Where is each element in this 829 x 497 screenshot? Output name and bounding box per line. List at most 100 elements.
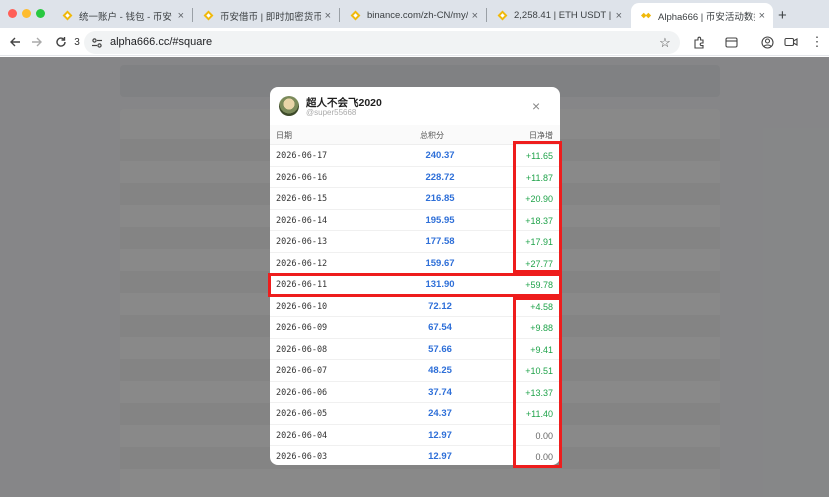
table-row: 2026-06-14 195.95 +18.37 (270, 210, 560, 231)
row-date: 2026-06-15 (276, 194, 328, 204)
binance-icon (350, 10, 361, 21)
row-date: 2026-06-10 (276, 301, 328, 312)
row-total-points: 177.58 (425, 236, 455, 247)
browser-tab[interactable]: 统一账户 - 钱包 - 币安 × (52, 3, 192, 28)
browser-toolbar: 3 alpha666.cc/#square ☆ ⋮ (0, 28, 829, 56)
extensions-icon[interactable] (690, 33, 708, 51)
plus-icon: + (778, 7, 787, 24)
back-arrow-icon[interactable] (6, 33, 24, 51)
bookmark-star-icon[interactable]: ☆ (656, 34, 674, 52)
close-tab-icon[interactable]: × (472, 10, 478, 22)
row-total-points: 24.37 (428, 408, 452, 419)
table-row: 2026-06-13 177.58 +17.91 (270, 231, 560, 253)
row-date: 2026-06-04 (276, 430, 328, 441)
browser-tab[interactable]: 币安借币 | 即时加密货币借贷 × (193, 3, 339, 28)
forward-arrow-icon[interactable] (28, 33, 46, 51)
user-handle: @super55668 (306, 108, 357, 117)
row-daily-delta: +20.90 (525, 194, 553, 204)
table-row: 2026-06-04 12.97 0.00 (270, 425, 560, 446)
binance-icon (62, 10, 73, 21)
tab-search-icon[interactable] (722, 33, 740, 51)
row-daily-delta: +11.40 (525, 409, 553, 419)
row-total-points: 12.97 (428, 451, 452, 462)
browser-tab[interactable]: 2,258.41 | ETH USDT | Ethe × (487, 3, 630, 28)
row-date: 2026-06-03 (276, 452, 328, 462)
table-row: 2026-06-12 159.67 +27.77 (270, 253, 560, 274)
row-total-points: 216.85 (425, 193, 455, 204)
row-daily-delta: +4.58 (530, 301, 553, 312)
row-date: 2026-06-17 (276, 151, 328, 161)
column-header-date: 日期 (276, 131, 292, 140)
minimize-window-button[interactable] (22, 9, 31, 18)
tab-title: binance.com/zh-CN/my/wa (367, 10, 468, 21)
row-daily-delta: +59.78 (525, 280, 553, 290)
video-capture-icon[interactable] (782, 33, 800, 51)
row-daily-delta: +27.77 (525, 258, 553, 269)
row-total-points: 48.25 (428, 365, 452, 376)
table-row: 2026-06-16 228.72 +11.87 (270, 167, 560, 188)
url-text: alpha666.cc/#square (110, 36, 213, 48)
profile-icon[interactable] (758, 33, 776, 51)
row-daily-delta: +13.37 (525, 387, 553, 398)
table-row: 2026-06-10 72.12 +4.58 (270, 296, 560, 317)
close-tab-icon[interactable]: × (325, 10, 331, 22)
tab-strip: 统一账户 - 钱包 - 币安 × 币安借币 | 即时加密货币借贷 × binan… (0, 0, 829, 28)
table-header: 日期 总积分 日净增 (270, 125, 560, 145)
table-row: 2026-06-05 24.37 +11.40 (270, 403, 560, 425)
close-tab-icon[interactable]: × (616, 10, 622, 22)
row-date: 2026-06-06 (276, 387, 328, 398)
row-daily-delta: +18.37 (525, 215, 553, 226)
row-total-points: 37.74 (428, 386, 452, 398)
row-daily-delta: +11.87 (525, 172, 553, 183)
row-total-points: 67.54 (428, 322, 452, 333)
table-row: 2026-06-08 57.66 +9.41 (270, 339, 560, 360)
column-header-delta: 日净增 (529, 131, 553, 140)
row-daily-delta: +9.41 (530, 344, 553, 355)
table-row: 2026-06-15 216.85 +20.90 (270, 188, 560, 210)
tab-title: 币安借币 | 即时加密货币借贷 (220, 11, 321, 23)
row-date: 2026-06-16 (276, 172, 328, 183)
kebab-menu-icon[interactable]: ⋮ (808, 33, 826, 51)
row-total-points: 72.12 (428, 300, 452, 312)
tab-title: Alpha666 | 币安活动数据 (658, 11, 755, 23)
tab-title: 2,258.41 | ETH USDT | Ethe (514, 10, 612, 21)
table-row: 2026-06-03 12.97 0.00 (270, 446, 560, 465)
row-total-points: 12.97 (428, 429, 452, 441)
close-tab-icon[interactable]: × (759, 10, 765, 22)
new-tab-button[interactable]: + (775, 3, 797, 28)
column-header-total: 总积分 (420, 131, 444, 140)
modal-header: 超人不会飞2020 @super55668 × (270, 87, 560, 125)
row-date: 2026-06-12 (276, 258, 328, 269)
row-date: 2026-06-13 (276, 237, 328, 247)
site-settings-icon[interactable] (88, 34, 106, 52)
row-total-points: 240.37 (425, 150, 455, 161)
row-date: 2026-06-08 (276, 344, 328, 355)
table-row: 2026-06-06 37.74 +13.37 (270, 382, 560, 403)
row-daily-delta: 0.00 (535, 430, 553, 441)
close-tab-icon[interactable]: × (178, 10, 184, 22)
row-total-points: 159.67 (425, 257, 455, 269)
row-daily-delta: +10.51 (525, 366, 553, 376)
row-daily-delta: +9.88 (530, 323, 553, 333)
binance-icon (497, 10, 508, 21)
row-total-points: 228.72 (425, 171, 455, 183)
avatar (279, 96, 299, 116)
close-window-button[interactable] (8, 9, 17, 18)
address-bar[interactable]: alpha666.cc/#square ☆ (84, 31, 680, 54)
browser-tab[interactable]: binance.com/zh-CN/my/wa × (340, 3, 486, 28)
table-row: 2026-06-11 131.90 +59.78 (270, 274, 560, 296)
close-icon[interactable]: × (532, 99, 540, 113)
row-total-points: 131.90 (425, 279, 455, 290)
points-history-modal: 超人不会飞2020 @super55668 × 日期 总积分 日净增 2026-… (270, 87, 560, 465)
row-date: 2026-06-07 (276, 366, 328, 376)
alpha666-logo-icon (641, 10, 652, 21)
row-date: 2026-06-09 (276, 323, 328, 333)
row-date: 2026-06-05 (276, 409, 328, 419)
tab-title: 统一账户 - 钱包 - 币安 (79, 11, 172, 23)
row-date: 2026-06-14 (276, 215, 328, 226)
table-row: 2026-06-09 67.54 +9.88 (270, 317, 560, 339)
browser-tab-active[interactable]: Alpha666 | 币安活动数据 × (631, 3, 773, 28)
maximize-window-button[interactable] (36, 9, 45, 18)
row-daily-delta: +17.91 (525, 237, 553, 247)
row-date: 2026-06-11 (276, 280, 328, 290)
